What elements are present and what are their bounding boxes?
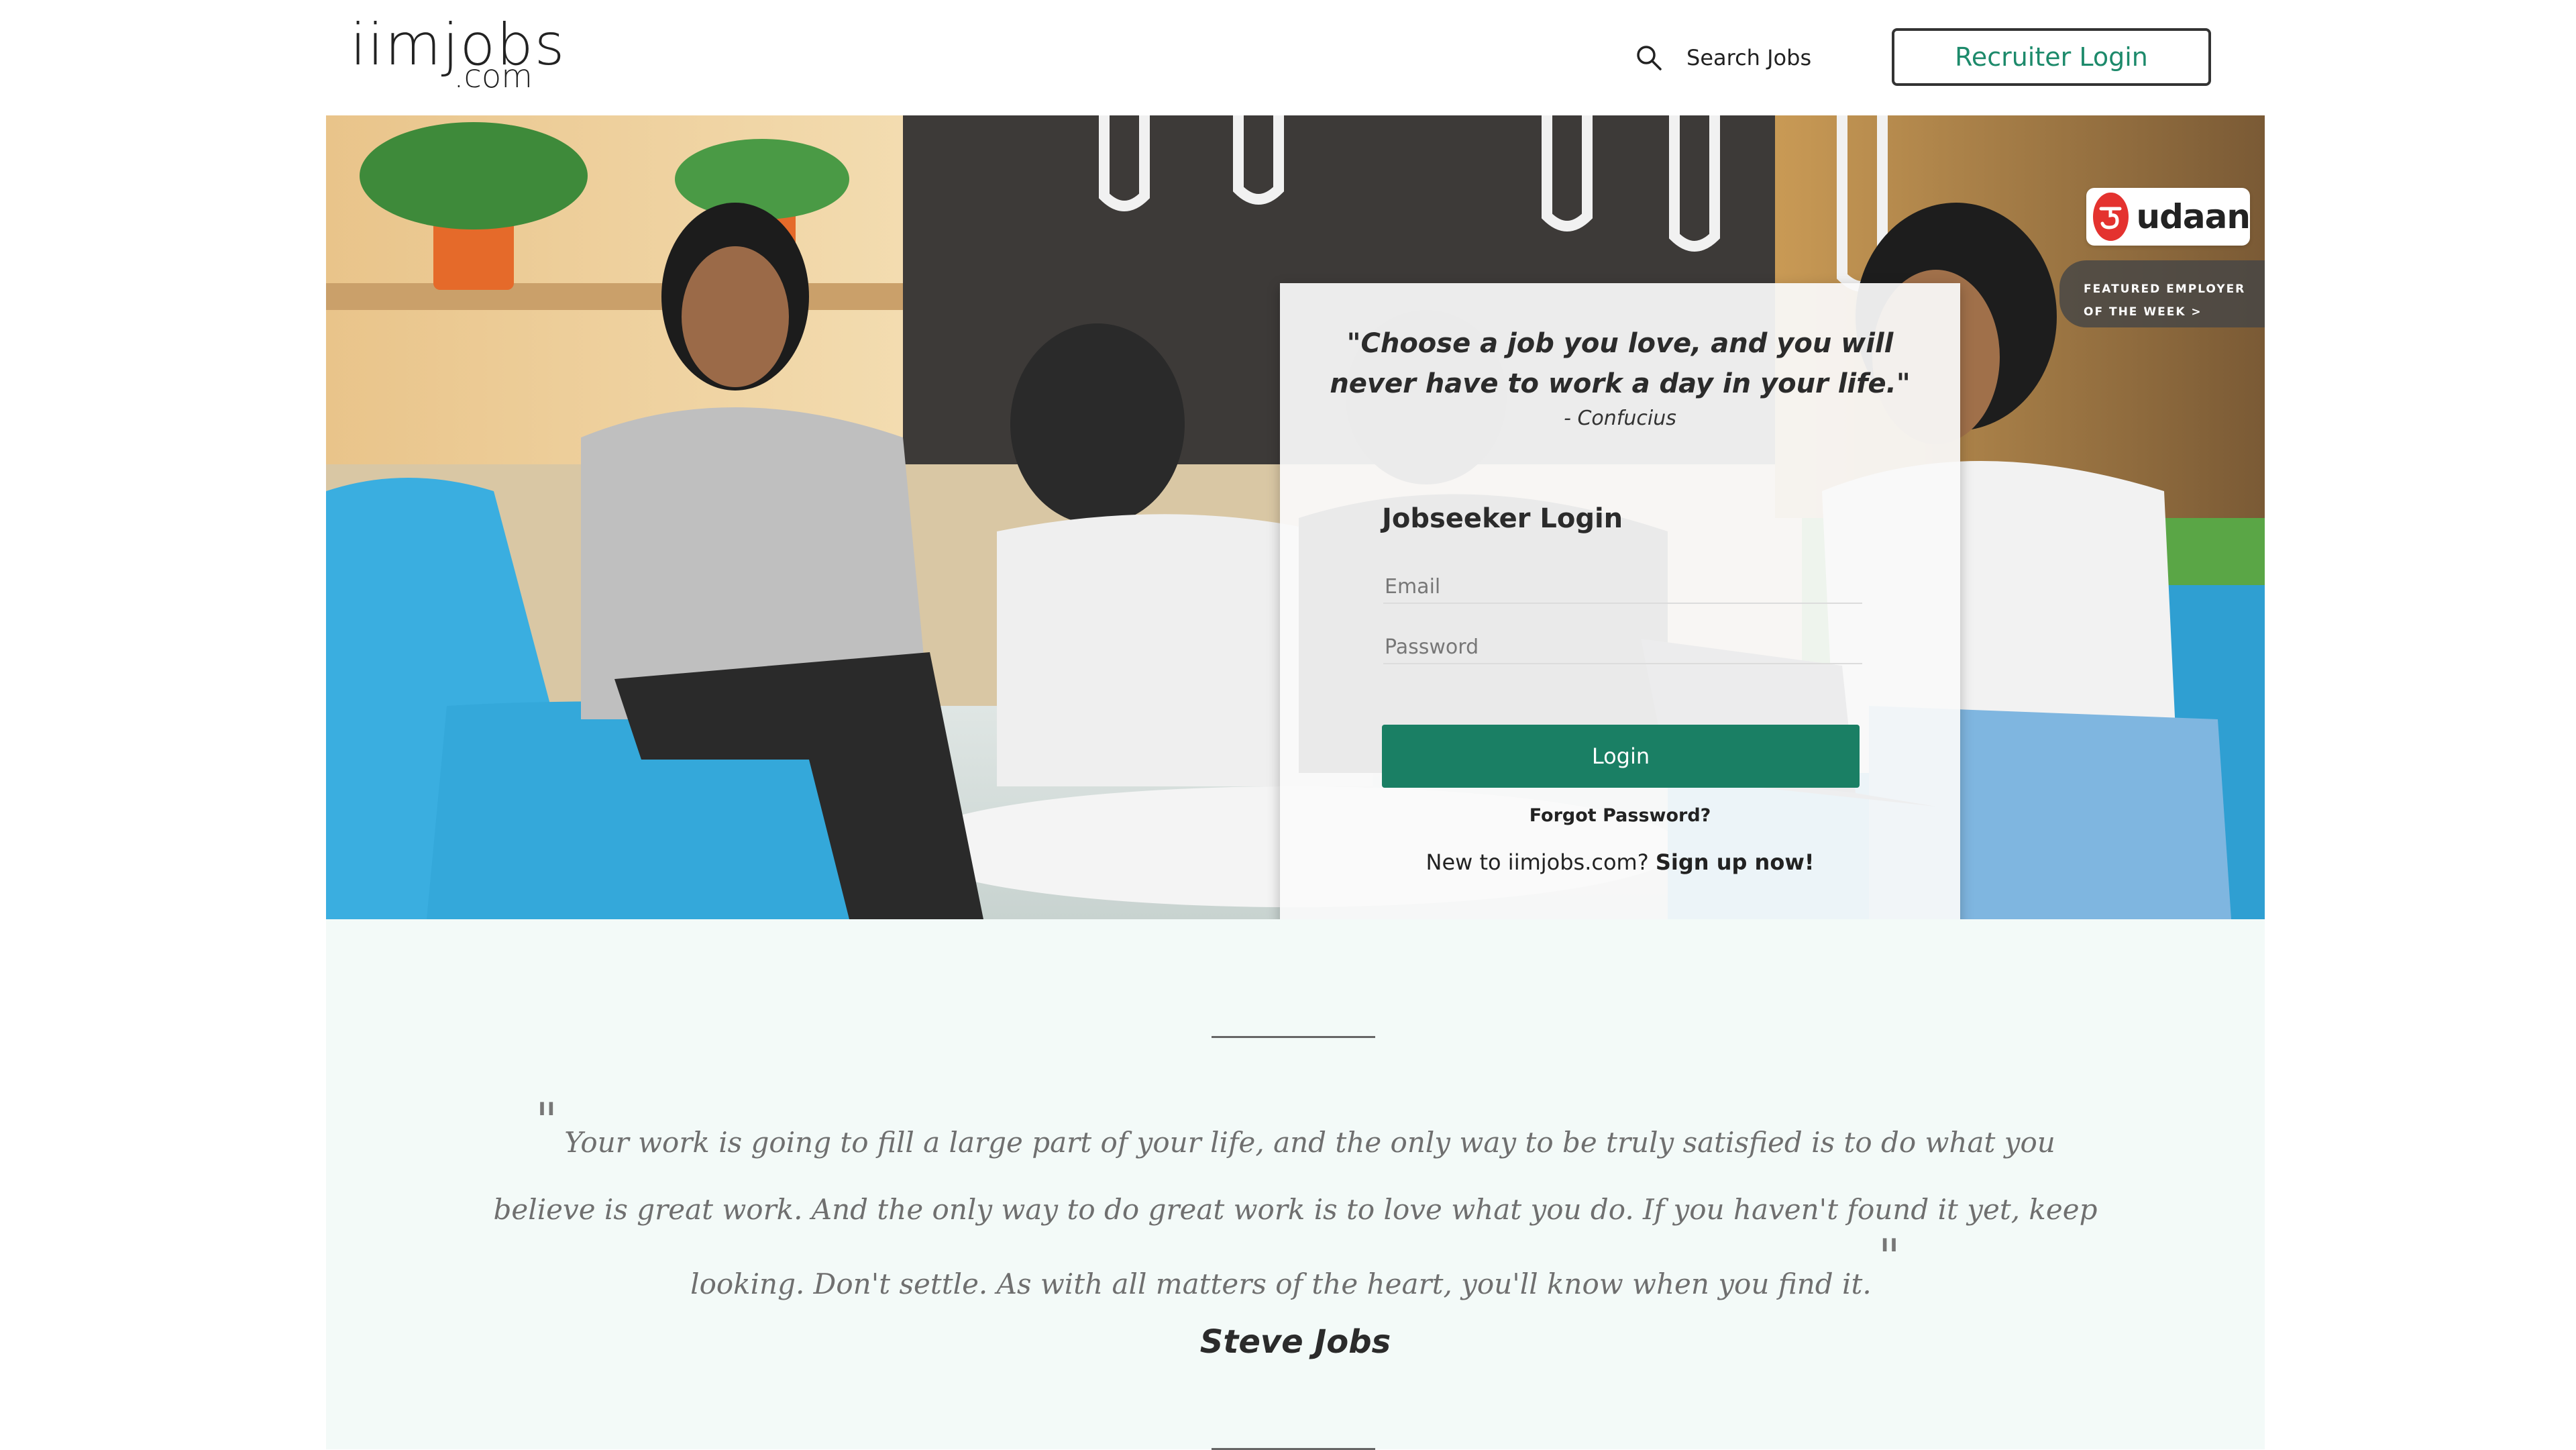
password-field-wrapper	[1383, 617, 1862, 664]
search-icon	[1637, 46, 1662, 70]
steve-jobs-quote: " Your work is going to fill a large part…	[486, 1092, 2105, 1318]
login-title: Jobseeker Login	[1382, 503, 1623, 534]
quote-author: Steve Jobs	[1199, 1323, 1391, 1361]
featured-employer-name: udaan	[2136, 197, 2251, 236]
email-field[interactable]	[1383, 557, 1862, 603]
password-field[interactable]	[1383, 617, 1862, 663]
divider-top	[1212, 1036, 1375, 1038]
login-button[interactable]: Login	[1382, 725, 1860, 788]
open-quote-mark: "	[535, 1092, 558, 1149]
site-header: iimjobs .com Search Jobs Recruiter Login	[0, 0, 2576, 115]
signup-row: New to iimjobs.com? Sign up now!	[1280, 849, 1960, 875]
signup-link[interactable]: Sign up now!	[1656, 849, 1815, 875]
hero-quote-author: - Confucius	[1564, 407, 1676, 430]
login-card: "Choose a job you love, and you will nev…	[1280, 283, 1960, 919]
featured-employer-label: FEATURED EMPLOYER OF THE WEEK >	[2084, 282, 2246, 319]
signup-prompt: New to iimjobs.com?	[1426, 849, 1649, 875]
search-jobs-link[interactable]: Search Jobs	[1634, 39, 1811, 76]
udaan-logo-icon	[2093, 193, 2129, 241]
search-jobs-label: Search Jobs	[1686, 45, 1812, 70]
iimjobs-logo[interactable]: iimjobs .com	[350, 16, 564, 95]
email-field-wrapper	[1383, 557, 1862, 604]
close-quote-mark: "	[1878, 1229, 1900, 1285]
recruiter-login-button[interactable]: Recruiter Login	[1892, 28, 2211, 86]
quote-section: " Your work is going to fill a large part…	[326, 919, 2265, 1450]
logo-domain: .com	[453, 58, 533, 95]
quote-text: Your work is going to fill a large part …	[493, 1126, 2098, 1300]
featured-employer-tag[interactable]: FEATURED EMPLOYER OF THE WEEK >	[2059, 260, 2265, 327]
hero-quote: "Choose a job you love, and you will nev…	[1330, 328, 1911, 399]
featured-employer-logo[interactable]: udaan	[2086, 188, 2251, 246]
hero-banner: "Choose a job you love, and you will nev…	[326, 115, 2265, 919]
forgot-password-link[interactable]: Forgot Password?	[1280, 805, 1960, 826]
